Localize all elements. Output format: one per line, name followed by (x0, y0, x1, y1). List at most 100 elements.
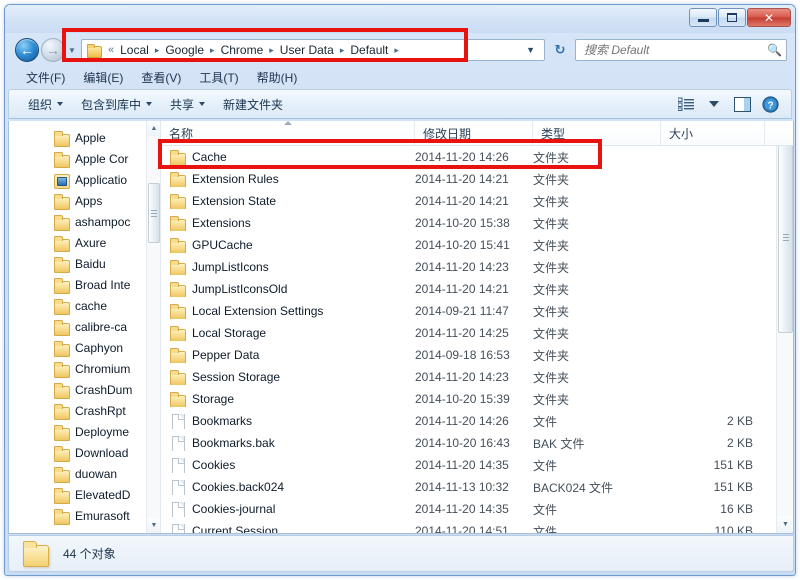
breadcrumb-item-default[interactable]: Default (347, 41, 391, 59)
folder-icon (21, 541, 49, 567)
search-input[interactable] (584, 43, 767, 57)
minimize-icon (698, 19, 709, 22)
share-button[interactable]: 共享 (161, 92, 214, 117)
navigation-tree-item[interactable]: ashampoc (9, 211, 146, 232)
address-bar[interactable]: « Local ▸ Google ▸ Chrome ▸ User Data ▸ … (81, 39, 545, 61)
scroll-up-icon[interactable]: ▲ (147, 121, 161, 136)
navigation-tree-item[interactable]: Apple (9, 127, 146, 148)
file-icon (169, 502, 185, 517)
file-list-scrollbar[interactable]: ▲ ▼ (776, 121, 793, 533)
file-name-label: Extension Rules (192, 172, 279, 186)
table-row[interactable]: GPUCache2014-10-20 15:41文件夹 (161, 234, 776, 256)
file-list-pane: 名称 修改日期 类型 大小 Cache2014-11-20 14:26文件夹Ex… (161, 121, 793, 533)
table-row[interactable]: Local Storage2014-11-20 14:25文件夹 (161, 322, 776, 344)
file-icon (169, 414, 185, 429)
navigation-pane-scrollbar[interactable]: ▲ ▼ (146, 121, 160, 533)
file-name-label: Extensions (192, 216, 251, 230)
breadcrumb-item-user-data[interactable]: User Data (277, 41, 337, 59)
table-row[interactable]: JumpListIconsOld2014-11-20 14:21文件夹 (161, 278, 776, 300)
navigation-scroll-thumb[interactable] (148, 183, 160, 243)
breadcrumb-item-chrome[interactable]: Chrome (218, 41, 267, 59)
close-button[interactable]: ✕ (747, 8, 791, 27)
recent-pages-button[interactable]: ▼ (66, 39, 78, 61)
forward-button[interactable]: → (41, 38, 65, 62)
chevron-down-icon (709, 101, 719, 107)
navigation-tree-item[interactable]: Applicatio (9, 169, 146, 190)
scroll-down-icon[interactable]: ▼ (777, 516, 793, 533)
minimize-button[interactable] (689, 8, 717, 27)
file-size-cell: 110 KB (661, 524, 765, 533)
table-row[interactable]: Cookies.back0242014-11-13 10:32BACK024 文… (161, 476, 776, 498)
breadcrumb-separator-icon[interactable]: ▸ (266, 45, 277, 56)
breadcrumb-item-local[interactable]: Local (117, 41, 152, 59)
table-row[interactable]: Cache2014-11-20 14:26文件夹 (161, 146, 776, 168)
table-row[interactable]: Extension Rules2014-11-20 14:21文件夹 (161, 168, 776, 190)
folder-icon (53, 194, 69, 208)
include-in-library-button[interactable]: 包含到库中 (72, 92, 161, 117)
table-row[interactable]: Extension State2014-11-20 14:21文件夹 (161, 190, 776, 212)
navigation-tree-item[interactable]: duowan (9, 463, 146, 484)
navigation-tree-item[interactable]: Baidu (9, 253, 146, 274)
breadcrumb-overflow-icon[interactable]: « (105, 44, 117, 56)
column-header-size[interactable]: 大小 (661, 121, 765, 145)
menu-item-tools[interactable]: 工具(T) (190, 67, 247, 88)
file-date-cell: 2014-11-20 14:21 (415, 194, 533, 208)
search-box[interactable]: 🔍 (575, 39, 787, 61)
breadcrumb-separator-icon[interactable]: ▸ (207, 45, 218, 56)
table-row[interactable]: Session Storage2014-11-20 14:23文件夹 (161, 366, 776, 388)
file-list-scroll-thumb[interactable] (778, 141, 793, 333)
explorer-window: ✕ ← → ▼ « Local ▸ Google ▸ Chrome ▸ User… (4, 4, 796, 576)
navigation-tree-item[interactable]: calibre-ca (9, 316, 146, 337)
table-row[interactable]: Bookmarks2014-11-20 14:26文件2 KB (161, 410, 776, 432)
view-mode-button[interactable] (673, 93, 699, 115)
navigation-pane: AppleApple CorApplicatioAppsashampocAxur… (9, 121, 161, 533)
table-row[interactable]: Cookies2014-11-20 14:35文件151 KB (161, 454, 776, 476)
table-row[interactable]: Pepper Data2014-09-18 16:53文件夹 (161, 344, 776, 366)
new-folder-button[interactable]: 新建文件夹 (214, 92, 292, 117)
table-row[interactable]: Current Session2014-11-20 14:51文件110 KB (161, 520, 776, 533)
menu-item-view[interactable]: 查看(V) (132, 67, 190, 88)
menu-item-file[interactable]: 文件(F) (17, 67, 74, 88)
breadcrumb-item-google[interactable]: Google (162, 41, 207, 59)
navigation-tree-item[interactable]: CrashRpt (9, 400, 146, 421)
navigation-tree-item[interactable]: Apple Cor (9, 148, 146, 169)
help-button[interactable]: ? (757, 93, 783, 115)
navigation-tree-item[interactable]: Broad Inte (9, 274, 146, 295)
navigation-tree-item[interactable]: Deployme (9, 421, 146, 442)
chevron-down-icon[interactable]: ▼ (521, 45, 542, 55)
navigation-tree-item[interactable]: Download (9, 442, 146, 463)
table-row[interactable]: JumpListIcons2014-11-20 14:23文件夹 (161, 256, 776, 278)
organize-button[interactable]: 组织 (19, 92, 72, 117)
navigation-tree-item[interactable]: CrashDum (9, 379, 146, 400)
maximize-button[interactable] (718, 8, 746, 27)
preview-pane-button[interactable] (729, 93, 755, 115)
file-name-cell: Bookmarks.bak (161, 436, 415, 451)
table-row[interactable]: Storage2014-10-20 15:39文件夹 (161, 388, 776, 410)
refresh-icon[interactable]: ↻ (549, 39, 571, 61)
breadcrumb-separator-icon[interactable]: ▸ (337, 45, 348, 56)
navigation-tree-item[interactable]: Axure (9, 232, 146, 253)
menu-item-help[interactable]: 帮助(H) (248, 67, 307, 88)
file-name-cell: JumpListIconsOld (161, 282, 415, 297)
scroll-down-icon[interactable]: ▼ (147, 518, 161, 533)
breadcrumb-separator-icon[interactable]: ▸ (391, 45, 402, 56)
navigation-tree-item[interactable]: cache (9, 295, 146, 316)
navigation-tree-item[interactable]: Emurasoft (9, 505, 146, 526)
folder-icon (53, 278, 69, 292)
view-mode-dropdown-button[interactable] (701, 93, 727, 115)
table-row[interactable]: Cookies-journal2014-11-20 14:35文件16 KB (161, 498, 776, 520)
navigation-tree-item[interactable]: Caphyon (9, 337, 146, 358)
back-button[interactable]: ← (15, 38, 39, 62)
table-row[interactable]: Local Extension Settings2014-09-21 11:47… (161, 300, 776, 322)
navigation-tree-item[interactable]: ElevatedD (9, 484, 146, 505)
file-name-cell: Local Extension Settings (161, 304, 415, 319)
column-header-name[interactable]: 名称 (161, 121, 415, 145)
navigation-tree-item[interactable]: Apps (9, 190, 146, 211)
breadcrumb-separator-icon[interactable]: ▸ (152, 45, 163, 56)
menu-item-edit[interactable]: 编辑(E) (74, 67, 132, 88)
navigation-tree-item[interactable]: Chromium (9, 358, 146, 379)
table-row[interactable]: Bookmarks.bak2014-10-20 16:43BAK 文件2 KB (161, 432, 776, 454)
table-row[interactable]: Extensions2014-10-20 15:38文件夹 (161, 212, 776, 234)
column-header-date[interactable]: 修改日期 (415, 121, 533, 145)
column-header-type[interactable]: 类型 (533, 121, 661, 145)
